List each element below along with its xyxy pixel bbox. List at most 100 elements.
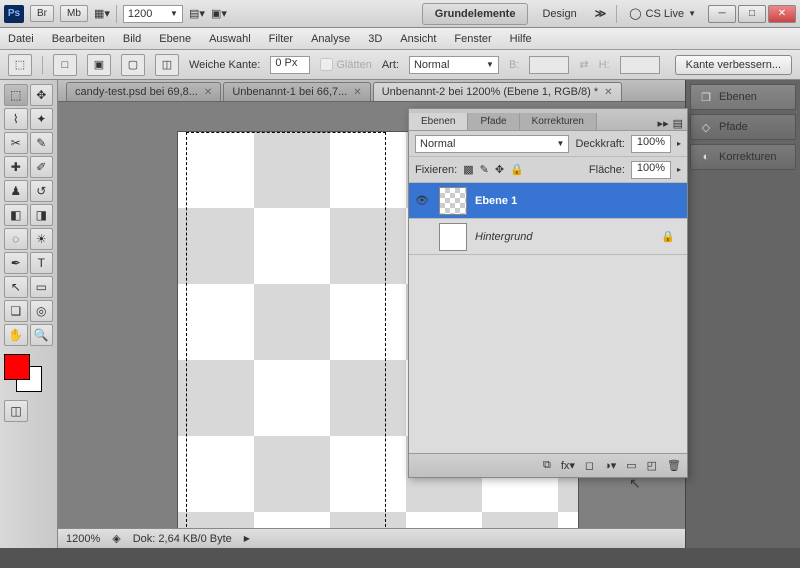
adjustments-tab[interactable]: Korrekturen [520,113,597,130]
close-button[interactable]: ✕ [768,5,796,23]
group-icon[interactable]: ▭ [626,459,636,472]
type-tool[interactable]: T [30,252,54,274]
menu-ansicht[interactable]: Ansicht [400,33,436,45]
layer-style-icon[interactable]: fx▾ [561,459,575,472]
refine-edge-button[interactable]: Kante verbessern... [675,55,792,75]
doc-tab-2[interactable]: Unbenannt-2 bei 1200% (Ebene 1, RGB/8) *… [373,82,622,101]
opacity-arrow-icon[interactable]: ▸ [677,139,681,148]
close-icon[interactable]: ✕ [353,87,361,98]
selection-subtract-icon[interactable]: ▢ [121,54,145,76]
lock-all-icon[interactable]: 🔒 [510,163,524,176]
menu-bearbeiten[interactable]: Bearbeiten [52,33,105,45]
minimize-button[interactable]: ─ [708,5,736,23]
heal-tool[interactable]: ✚ [4,156,28,178]
fill-arrow-icon[interactable]: ▸ [677,165,681,174]
expand-icon[interactable]: ▸▸ [658,117,669,130]
layer-mask-icon[interactable]: ◻ [585,459,594,472]
quickmask-tool[interactable]: ◫ [4,400,28,422]
panel-pfade-button[interactable]: ◇Pfade [690,114,796,140]
menu-bild[interactable]: Bild [123,33,141,45]
lock-position-icon[interactable]: ✥ [495,163,504,176]
lock-transparency-icon[interactable]: ▩ [463,163,473,176]
selection-intersect-icon[interactable]: ◫ [155,54,179,76]
hand-tool[interactable]: ✋ [4,324,28,346]
panel-ebenen-button[interactable]: ❐Ebenen [690,84,796,110]
link-layers-icon[interactable]: ⧉ [543,459,551,472]
lock-pixels-icon[interactable]: ✎ [480,163,489,176]
brush-tool[interactable]: ✐ [30,156,54,178]
foreground-color[interactable] [4,354,30,380]
zoom-input[interactable]: 1200▼ [123,5,183,23]
paths-tab[interactable]: Pfade [468,113,519,130]
view-extras-dropdown[interactable]: ▦▾ [94,6,110,22]
menu-filter[interactable]: Filter [269,33,293,45]
workspace-design[interactable]: Design [534,4,584,24]
menu-fenster[interactable]: Fenster [454,33,491,45]
layer-thumbnail[interactable] [439,223,467,251]
new-layer-icon[interactable]: ◰ [647,459,657,472]
stamp-tool[interactable]: ♟ [4,180,28,202]
panel-menu-icon[interactable]: ▤ [673,117,683,130]
shape-tool[interactable]: ▭ [30,276,54,298]
layer-thumbnail[interactable] [439,187,467,215]
zoom-status[interactable]: 1200% [66,533,100,545]
menu-analyse[interactable]: Analyse [311,33,350,45]
lasso-tool[interactable]: ⌇ [4,108,28,130]
doc-info[interactable]: Dok: 2,64 KB/0 Byte [133,533,232,545]
adjustment-layer-icon[interactable]: ◑▾ [604,459,616,472]
history-brush-tool[interactable]: ↺ [30,180,54,202]
workspace-grundelemente[interactable]: Grundelemente [422,3,529,25]
menu-auswahl[interactable]: Auswahl [209,33,251,45]
menu-ebene[interactable]: Ebene [159,33,191,45]
color-swatch[interactable] [4,354,42,392]
layer-row[interactable]: Hintergrund 🔒 [409,219,687,255]
eyedropper-tool[interactable]: ✎ [30,132,54,154]
dodge-tool[interactable]: ☀ [30,228,54,250]
menu-3d[interactable]: 3D [368,33,382,45]
close-icon[interactable]: ✕ [604,87,612,98]
layers-panel[interactable]: Ebenen Pfade Korrekturen ▸▸ ▤ Normal▼ De… [408,108,688,478]
close-icon[interactable]: ✕ [204,87,212,98]
cslive-button[interactable]: ◯ CS Live ▼ [623,7,702,20]
delete-layer-icon[interactable]: 🗑 [667,459,681,472]
screen-mode-dropdown[interactable]: ▣▾ [211,6,227,22]
move-tool[interactable]: ✥ [30,84,54,106]
3d-tool[interactable]: ❏ [4,300,28,322]
panel-korrekturen-button[interactable]: ◐Korrekturen [690,144,796,170]
visibility-icon[interactable] [413,228,431,246]
doc-tab-1[interactable]: Unbenannt-1 bei 66,7...✕ [223,82,370,101]
arrange-dropdown[interactable]: ▤▾ [189,6,205,22]
opacity-input[interactable]: 100% [631,135,671,153]
bridge-button[interactable]: Br [30,5,54,22]
fill-input[interactable]: 100% [631,161,671,179]
minibridge-button[interactable]: Mb [60,5,88,22]
maximize-button[interactable]: □ [738,5,766,23]
menu-datei[interactable]: Datei [8,33,34,45]
3d-camera-tool[interactable]: ◎ [30,300,54,322]
blend-mode-select[interactable]: Normal▼ [415,135,569,153]
blur-tool[interactable]: ◌ [4,228,28,250]
wand-tool[interactable]: ✦ [30,108,54,130]
marquee-tool[interactable]: ⬚ [4,84,28,106]
menu-hilfe[interactable]: Hilfe [510,33,532,45]
workspace-more[interactable]: ≫ [591,3,611,24]
style-select[interactable]: Normal▼ [409,56,499,74]
selection-add-icon[interactable]: ▣ [87,54,111,76]
layers-tab[interactable]: Ebenen [409,113,468,130]
info-dropdown-icon[interactable]: ▶ [244,534,250,543]
selection-new-icon[interactable]: □ [53,54,77,76]
layer-name[interactable]: Hintergrund [475,231,653,243]
layer-name[interactable]: Ebene 1 [475,195,683,207]
visibility-icon[interactable]: 👁 [413,192,431,210]
nav-icon[interactable]: ◈ [112,532,120,545]
layer-row[interactable]: 👁 Ebene 1 [409,183,687,219]
path-select-tool[interactable]: ↖ [4,276,28,298]
current-tool-icon[interactable]: ⬚ [8,54,32,76]
gradient-tool[interactable]: ◨ [30,204,54,226]
pen-tool[interactable]: ✒ [4,252,28,274]
eraser-tool[interactable]: ◧ [4,204,28,226]
feather-input[interactable]: 0 Px [270,56,310,74]
zoom-tool[interactable]: 🔍 [30,324,54,346]
crop-tool[interactable]: ✂ [4,132,28,154]
doc-tab-0[interactable]: candy-test.psd bei 69,8...✕ [66,82,221,101]
